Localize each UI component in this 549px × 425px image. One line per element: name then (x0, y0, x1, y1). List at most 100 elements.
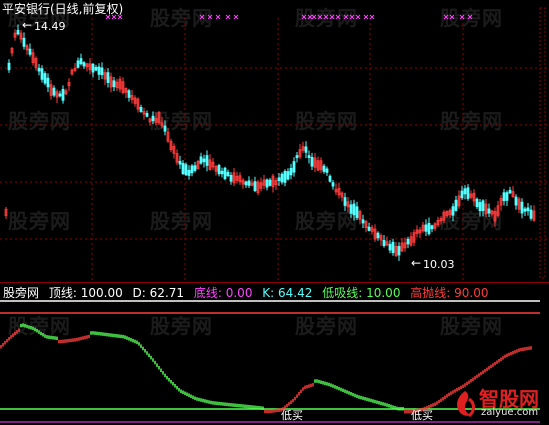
legend-low-line: 低吸线: 10.00 (322, 286, 401, 300)
candle-body (205, 155, 209, 166)
candle-body (295, 155, 299, 159)
low-arrow-icon: ← (411, 256, 422, 270)
candle-body (190, 165, 194, 174)
candle-body (16, 29, 20, 35)
low-price-label: 10.03 (423, 258, 455, 271)
candle-body (43, 73, 47, 84)
candle-body (61, 88, 65, 101)
candle-body (307, 155, 311, 159)
logo-url: zaiyue.com (481, 407, 539, 418)
candle-body (181, 162, 185, 175)
candle-body (244, 181, 248, 186)
candle-body (343, 197, 347, 206)
candle-body (430, 225, 434, 230)
high-price-label: 14.49 (34, 20, 66, 33)
buy-signal-label: 低买 (411, 409, 433, 422)
candle-body (283, 170, 287, 183)
candle-body (100, 67, 104, 76)
candle-body (226, 171, 230, 177)
legend-bottom-line: 底线: 0.00 (193, 286, 253, 300)
candlestick-panel[interactable] (0, 0, 549, 282)
candle-body (397, 246, 401, 256)
legend-d: D: 62.71 (132, 286, 185, 300)
candle-body (139, 107, 143, 113)
candle-body (76, 60, 80, 68)
indicator-name: 股旁网 (3, 286, 40, 300)
logo-mark-icon (457, 391, 475, 418)
candle-body (322, 165, 326, 172)
candle-body (427, 222, 431, 235)
high-arrow-icon: ← (22, 18, 33, 32)
candle-body (220, 170, 224, 175)
candle-body (79, 58, 83, 65)
candle-body (199, 156, 203, 164)
candle-body (28, 48, 32, 55)
chart-window: 股旁网 股旁网 股旁网 股旁网 股旁网 股旁网 股旁网 股旁网 股旁网 股旁网 … (0, 0, 549, 425)
candle-body (247, 180, 251, 186)
candle-body (106, 72, 110, 83)
candle-body (355, 206, 359, 219)
candle-body (145, 113, 149, 117)
candle-body (331, 182, 335, 187)
candle-body (328, 175, 332, 182)
candle-body (361, 219, 365, 224)
candle-body (229, 175, 233, 182)
candle-body (451, 206, 455, 216)
candle-body (325, 168, 329, 173)
candle-body (52, 87, 56, 96)
legend-top-line: 顶线: 100.00 (48, 286, 123, 300)
candle-body (508, 189, 512, 194)
right-border (539, 7, 546, 279)
candle-body (253, 181, 257, 192)
candle-body (223, 167, 227, 180)
legend-k: K: 64.42 (262, 286, 313, 300)
candle-body (382, 240, 386, 247)
candle-body (367, 226, 371, 231)
candle-body (424, 224, 428, 232)
candle-body (376, 232, 380, 239)
candle-body (22, 37, 26, 47)
candle-body (112, 80, 116, 88)
candle-body (7, 62, 11, 71)
candle-body (286, 171, 290, 180)
chart-title: 平安银行(日线,前复权) (2, 2, 124, 16)
candle-body (97, 66, 101, 75)
candle-body (475, 198, 479, 208)
candle-body (184, 164, 188, 176)
candle-body (58, 93, 62, 97)
candle-body (520, 201, 524, 214)
candle-body (151, 115, 155, 122)
candle-body (40, 68, 44, 80)
site-logo: 智股网 zaiyue.com (451, 383, 547, 423)
buy-signal-label: 低买 (281, 409, 303, 422)
candle-body (280, 173, 284, 183)
legend-high-line: 高抛线: 90.00 (410, 286, 489, 300)
candle-body (478, 202, 482, 212)
candle-body (202, 158, 206, 163)
candle-body (523, 208, 527, 212)
candle-body (304, 146, 308, 153)
candle-body (391, 241, 395, 254)
candle-body (481, 200, 485, 212)
candle-body (460, 190, 464, 199)
candle-body (406, 238, 410, 245)
candle-body (127, 90, 131, 98)
candle-body (454, 199, 458, 211)
candle-body (310, 156, 314, 167)
candle-body (502, 192, 506, 202)
candle-body (46, 77, 50, 88)
candle-body (163, 125, 167, 132)
candle-body (37, 67, 41, 72)
candle-body (388, 243, 392, 251)
candle-body (466, 187, 470, 199)
candle-body (193, 165, 197, 171)
candle-body (487, 208, 491, 214)
candle-body (82, 62, 86, 67)
candle-body (217, 164, 221, 175)
candle-body (94, 66, 98, 71)
candle-body (529, 209, 533, 219)
panel-separator (0, 282, 549, 283)
candle-body (349, 204, 353, 214)
candle-body (292, 161, 296, 173)
indicator-legend: 股旁网 顶线: 100.00 D: 62.71 底线: 0.00 K: 64.4… (3, 286, 495, 300)
